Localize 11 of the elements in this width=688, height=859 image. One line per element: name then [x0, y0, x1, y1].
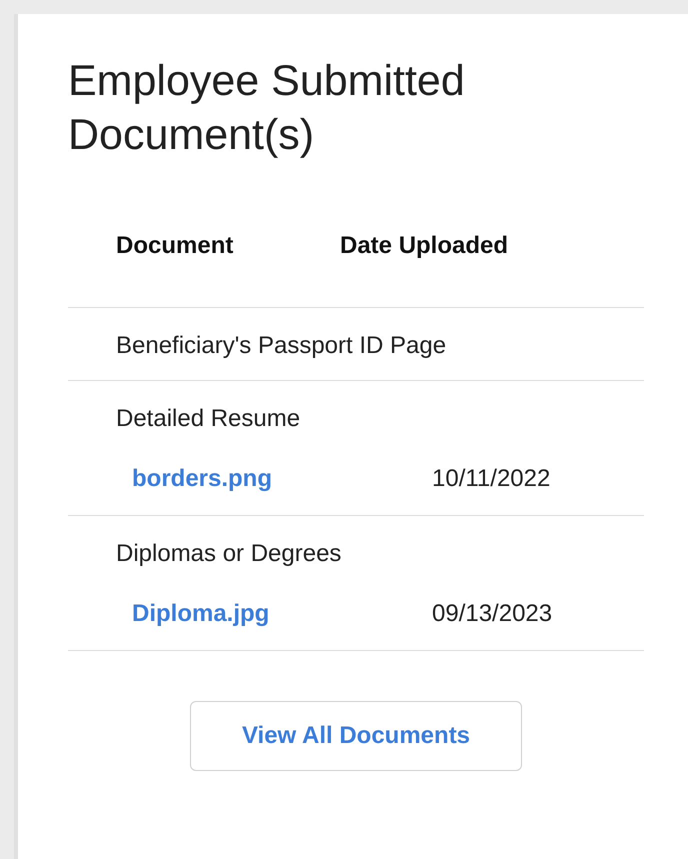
- upload-date: 09/13/2023: [432, 599, 552, 629]
- column-header: Date Uploaded: [340, 231, 508, 261]
- file-link[interactable]: Diploma.jpg: [132, 596, 432, 632]
- document-type: Diplomas or Degrees: [115, 539, 342, 569]
- document-type: Detailed Resume: [115, 404, 302, 434]
- file-link[interactable]: borders.png: [132, 461, 432, 497]
- upload-date: 10/11/2022: [432, 464, 550, 494]
- view-all-documents-button[interactable]: View All Documents: [190, 701, 522, 771]
- document-type: Beneficiary's Passport ID Page: [115, 331, 448, 361]
- column-header: Document: [115, 231, 234, 261]
- card-title: Employee Submitted Document(s): [68, 56, 466, 161]
